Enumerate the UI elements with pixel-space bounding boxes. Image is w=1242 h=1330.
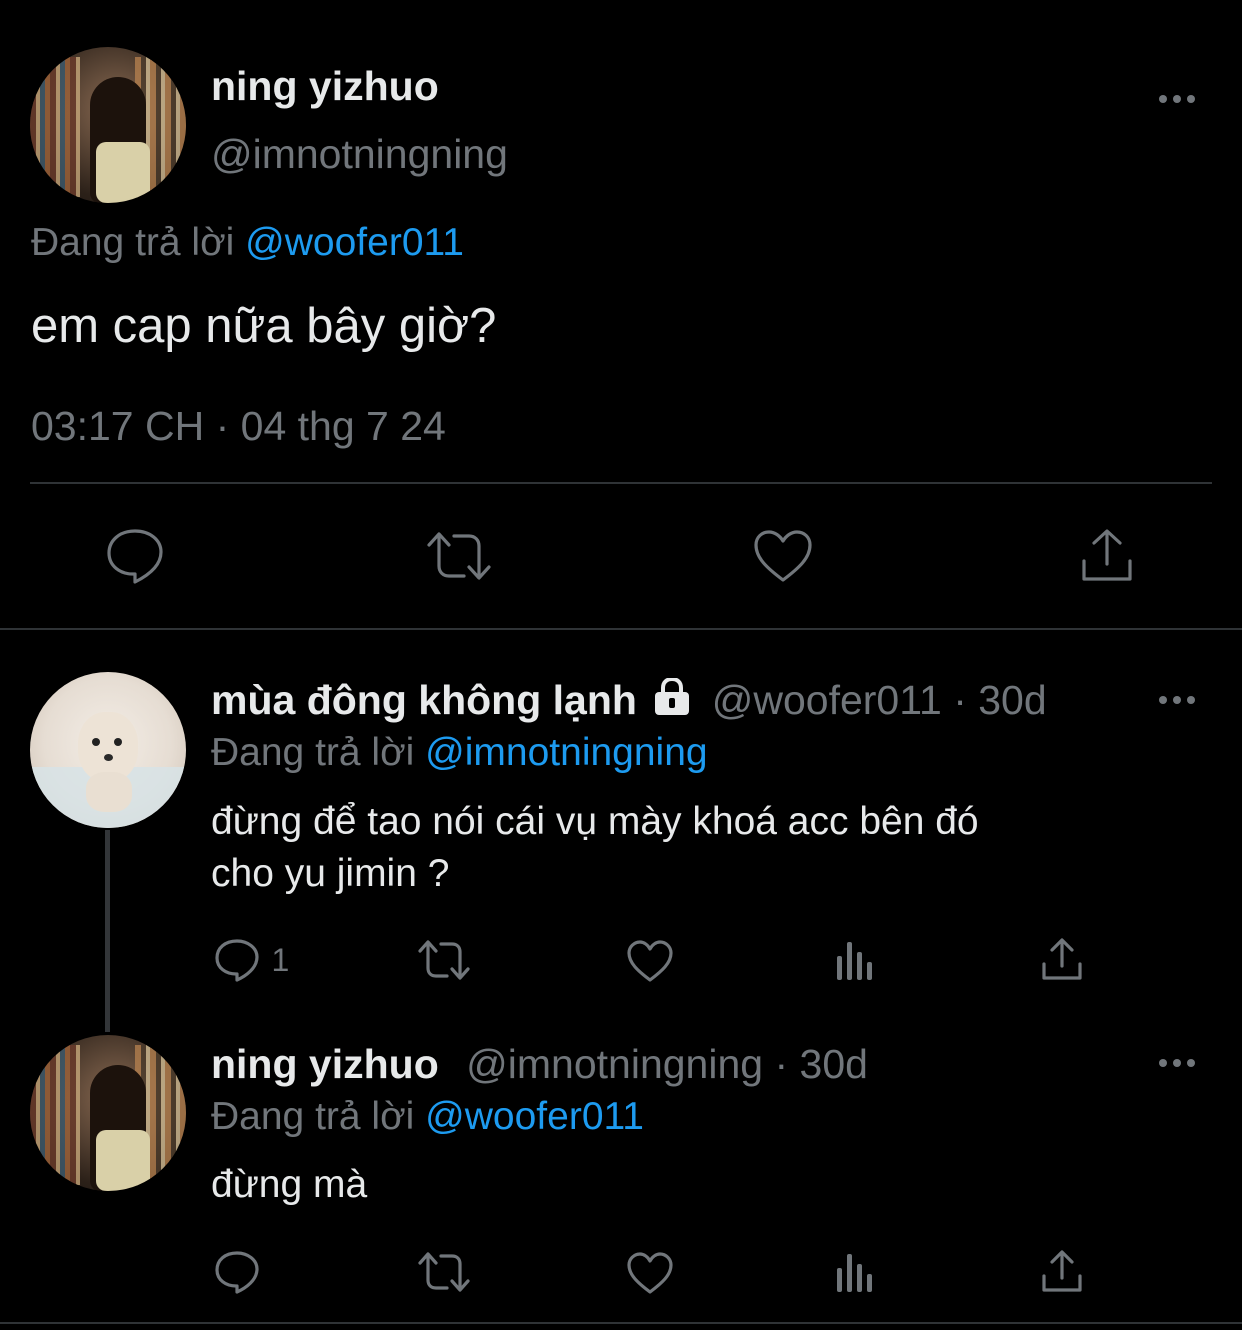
share-button[interactable] <box>1040 938 1084 982</box>
author-avatar[interactable] <box>30 47 186 203</box>
tweet-timestamp[interactable]: 03:17 CH · 04 thg 7 24 <box>31 403 446 450</box>
reply-button[interactable] <box>104 526 166 586</box>
author-handle[interactable]: @imnotningning <box>211 131 508 178</box>
analytics-button[interactable] <box>835 1252 877 1294</box>
reply-author-name[interactable]: ning yizhuo <box>211 1041 439 1087</box>
reply-to-link[interactable]: @imnotningning <box>425 731 707 774</box>
reply-prefix: Đang trả lời <box>31 221 235 264</box>
reply-context: Đang trả lời @woofer011 <box>31 221 464 265</box>
reply-prefix: Đang trả lời <box>211 731 415 774</box>
retweet-button[interactable] <box>424 528 494 584</box>
reply-icon <box>215 1251 259 1294</box>
like-button[interactable] <box>626 939 674 983</box>
reply-count: 1 <box>271 941 290 978</box>
reply-button[interactable]: 1 <box>213 937 289 983</box>
divider <box>30 482 1212 484</box>
reply-button[interactable] <box>213 1249 261 1295</box>
share-button[interactable] <box>1079 528 1135 584</box>
more-options-icon[interactable] <box>1159 88 1199 108</box>
share-button[interactable] <box>1040 1250 1084 1294</box>
reply-header: ning yizhuo @imnotningning · 30d <box>211 1041 868 1088</box>
reply-icon <box>107 529 163 584</box>
reply-text-line-1: đừng để tao nói cái vụ mày khoá acc bên … <box>211 800 979 843</box>
reply-text: đừng mà <box>211 1163 368 1206</box>
retweet-icon <box>427 532 491 580</box>
reply-context: Đang trả lời @woofer011 <box>211 1095 644 1139</box>
reply-age[interactable]: 30d <box>978 677 1046 723</box>
more-options-icon[interactable] <box>1159 689 1199 709</box>
reply-author-handle[interactable]: @woofer011 <box>712 677 942 723</box>
reply-avatar[interactable] <box>30 1035 186 1191</box>
share-icon <box>1042 1250 1082 1292</box>
like-button[interactable] <box>626 1251 674 1295</box>
dot-separator: · <box>953 677 967 723</box>
reply-to-link[interactable]: @woofer011 <box>425 1095 644 1138</box>
like-icon <box>627 940 673 982</box>
reply-icon <box>215 939 259 982</box>
author-name[interactable]: ning yizhuo <box>211 63 439 110</box>
retweet-button[interactable] <box>416 1250 472 1294</box>
reply-header: mùa đông không lạnh @woofer011 · 30d <box>211 677 1047 724</box>
reply-author-name[interactable]: mùa đông không lạnh <box>211 677 637 723</box>
retweet-button[interactable] <box>416 938 472 982</box>
tweet-text: em cap nữa bây giờ? <box>31 299 497 353</box>
reply-prefix: Đang trả lời <box>211 1095 415 1138</box>
retweet-icon <box>418 940 470 980</box>
share-icon <box>1042 938 1082 980</box>
share-icon <box>1082 529 1132 581</box>
reply-text-line-2: cho yu jimin ? <box>211 852 450 895</box>
reply-avatar[interactable] <box>30 672 186 828</box>
reply-author-handle[interactable]: @imnotningning <box>466 1041 763 1087</box>
analytics-button[interactable] <box>835 940 877 982</box>
section-divider <box>0 628 1242 630</box>
more-options-icon[interactable] <box>1159 1052 1199 1072</box>
like-icon <box>754 530 812 582</box>
reply-to-link[interactable]: @woofer011 <box>245 221 464 264</box>
analytics-icon <box>837 942 872 980</box>
reply-age[interactable]: 30d <box>800 1041 868 1087</box>
like-icon <box>627 1252 673 1294</box>
dot-separator: · <box>774 1041 789 1087</box>
analytics-icon <box>837 1254 872 1292</box>
retweet-icon <box>418 1252 470 1292</box>
thread-line <box>105 830 110 1032</box>
lock-icon <box>652 678 692 716</box>
bottom-divider <box>0 1322 1242 1324</box>
reply-context: Đang trả lời @imnotningning <box>211 731 708 775</box>
like-button[interactable] <box>752 528 814 584</box>
